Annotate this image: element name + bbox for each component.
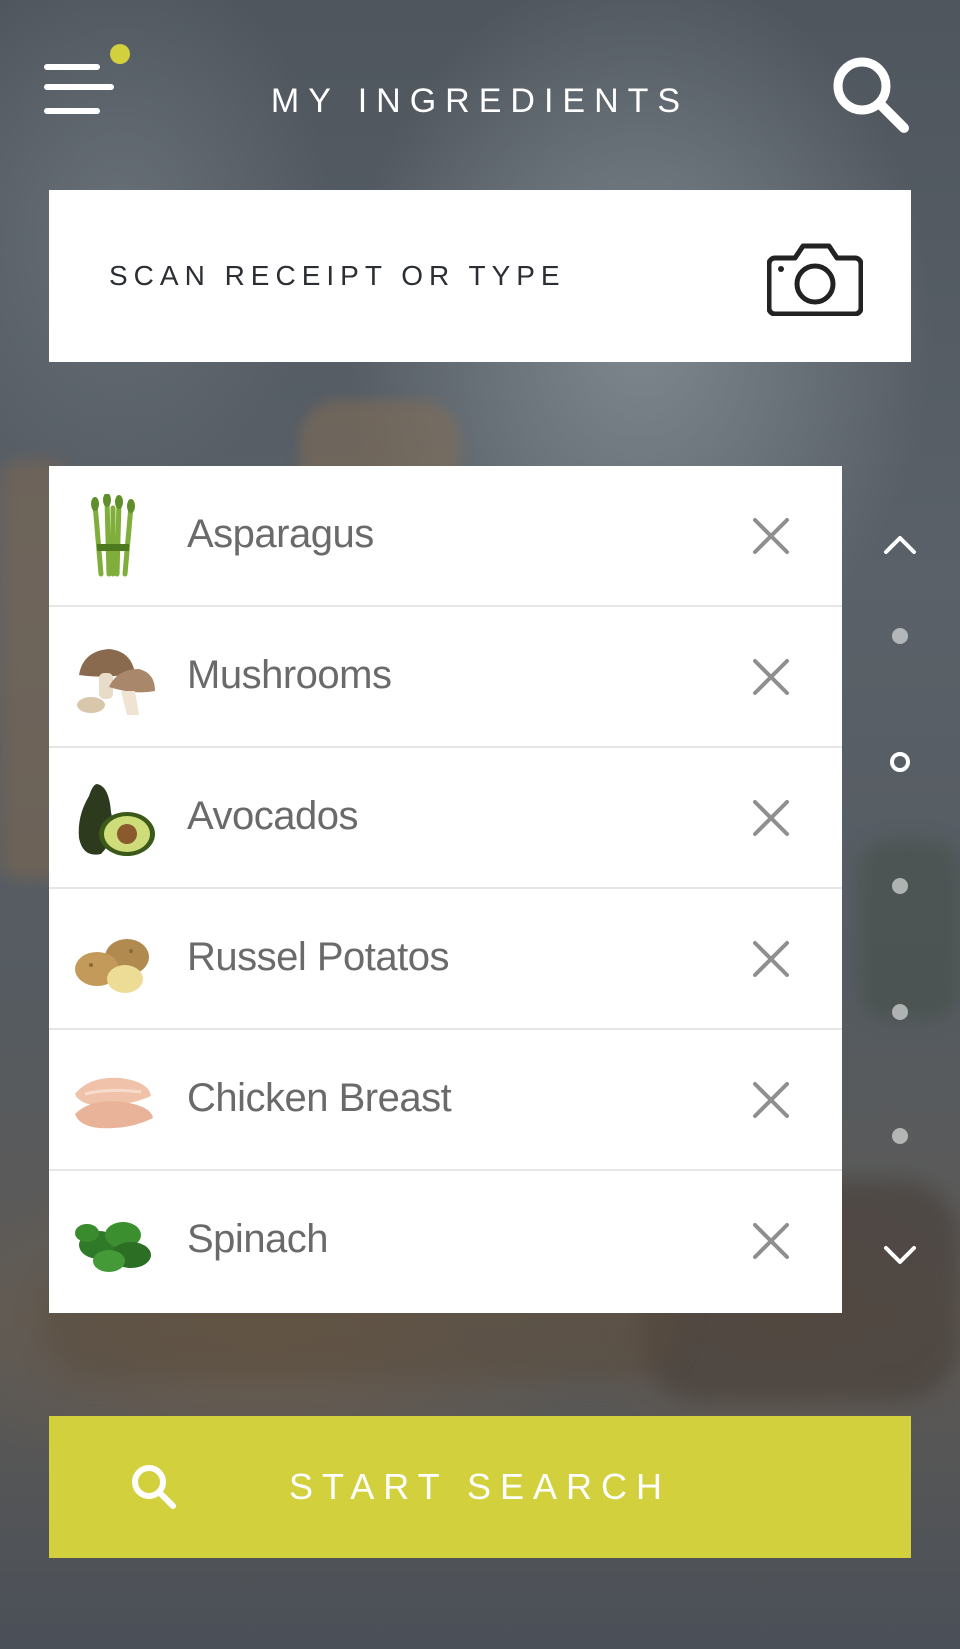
ingredient-label: Russel Potatos [187, 935, 450, 979]
ingredient-input[interactable] [109, 190, 709, 362]
close-icon [753, 1223, 789, 1259]
remove-ingredient-button[interactable] [749, 1078, 793, 1122]
search-icon [833, 57, 909, 133]
close-icon [753, 941, 789, 977]
header: MY INGREDIENTS [0, 0, 960, 190]
scroll-up-button[interactable] [870, 526, 930, 560]
close-icon [753, 659, 789, 695]
scan-receipt-field [49, 190, 911, 362]
camera-button[interactable] [766, 242, 864, 317]
remove-ingredient-button[interactable] [749, 1219, 793, 1263]
list-item: Avocados [49, 748, 842, 889]
list-item: Asparagus [49, 466, 842, 607]
page-dot[interactable] [870, 1126, 930, 1146]
chevron-up-icon [884, 536, 916, 554]
close-icon [753, 800, 789, 836]
remove-ingredient-button[interactable] [749, 937, 793, 981]
ingredient-label: Asparagus [187, 512, 374, 556]
ingredient-label: Mushrooms [187, 653, 392, 697]
remove-ingredient-button[interactable] [749, 655, 793, 699]
list-item: Mushrooms [49, 607, 842, 748]
ingredient-list: Asparagus Mushrooms Avocados Russel Pota… [49, 466, 842, 1313]
hamburger-menu-icon [44, 64, 100, 70]
scroll-down-button[interactable] [870, 1238, 930, 1272]
chevron-down-icon [884, 1246, 916, 1264]
close-icon [753, 1082, 789, 1118]
potato-icon [75, 939, 149, 993]
remove-ingredient-button[interactable] [749, 514, 793, 558]
asparagus-icon [91, 494, 135, 577]
page-dot[interactable] [870, 626, 930, 646]
page-dot[interactable] [870, 1002, 930, 1022]
camera-icon [766, 243, 864, 317]
page-dot-active[interactable] [870, 750, 930, 774]
close-icon [753, 518, 789, 554]
spinach-icon [75, 1222, 151, 1272]
page-dot[interactable] [870, 876, 930, 896]
list-pager [870, 516, 930, 1276]
ingredient-label: Avocados [187, 794, 358, 838]
chicken-breast-icon [75, 1077, 153, 1129]
search-button[interactable] [830, 54, 912, 136]
start-search-button[interactable]: START SEARCH [49, 1416, 911, 1558]
list-item: Russel Potatos [49, 889, 842, 1030]
page-title: MY INGREDIENTS [270, 82, 690, 120]
remove-ingredient-button[interactable] [749, 796, 793, 840]
notification-dot [110, 44, 130, 64]
list-item: Chicken Breast [49, 1030, 842, 1171]
list-item: Spinach [49, 1171, 842, 1312]
ingredient-label: Chicken Breast [187, 1076, 452, 1120]
ingredient-label: Spinach [187, 1217, 329, 1261]
mushroom-icon [77, 649, 155, 715]
avocado-icon [78, 784, 155, 856]
start-search-label: START SEARCH [288, 1466, 672, 1507]
